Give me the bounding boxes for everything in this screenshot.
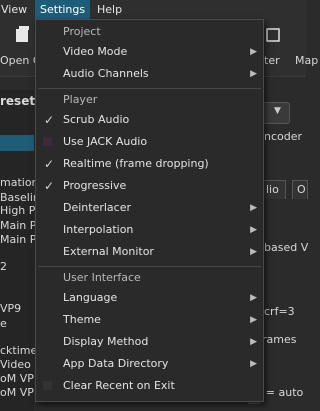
menu-item-label: Scrub Audio <box>63 113 130 126</box>
submenu-arrow-icon: ▶ <box>250 293 257 303</box>
submenu-arrow-icon: ▶ <box>250 69 257 79</box>
menu-item-label: Use JACK Audio <box>63 135 148 148</box>
presets-selected-row[interactable] <box>0 135 34 151</box>
map-label[interactable]: Map <box>295 54 318 67</box>
menu-item-label: Progressive <box>63 179 127 192</box>
auto-label: ) = auto <box>258 386 304 399</box>
menu-item-progressive[interactable]: ✓ Progressive <box>36 175 263 197</box>
chevron-down-icon: ▼ <box>274 106 281 116</box>
preset-item[interactable]: High Pr <box>0 204 40 217</box>
section-project: Project <box>63 25 101 38</box>
menu-item-scrub-audio[interactable]: ✓ Scrub Audio <box>36 109 263 131</box>
preset-item[interactable]: Baselin <box>0 191 40 204</box>
submenu-arrow-icon: ▶ <box>250 337 257 347</box>
menu-item-label: Video Mode <box>63 45 128 58</box>
open-file-icon[interactable] <box>14 26 32 44</box>
filter-label[interactable]: ter <box>264 54 280 67</box>
submenu-arrow-icon: ▶ <box>250 247 257 257</box>
menu-view[interactable]: View <box>0 0 32 19</box>
unchecked-box-icon <box>43 137 52 146</box>
menu-help[interactable]: Help <box>92 0 127 19</box>
menu-item-label: Clear Recent on Exit <box>63 379 175 392</box>
settings-menu: Project Video Mode ▶ Audio Channels ▶ Pl… <box>35 19 264 402</box>
tab-other-label[interactable]: O <box>297 183 306 196</box>
menu-item-clear-recent[interactable]: Clear Recent on Exit <box>36 375 263 397</box>
menu-item-label: App Data Directory <box>63 357 169 370</box>
checkmark-icon: ✓ <box>44 157 55 171</box>
submenu-arrow-icon: ▶ <box>250 225 257 235</box>
crf-label: crf=3 <box>264 305 295 318</box>
section-player: Player <box>63 93 98 106</box>
submenu-arrow-icon: ▶ <box>250 203 257 213</box>
menu-item-label: Deinterlacer <box>63 201 132 214</box>
format-combo[interactable]: ▼ <box>262 102 290 124</box>
checkmark-icon: ✓ <box>44 113 55 127</box>
menu-item-video-mode[interactable]: Video Mode ▶ <box>36 41 263 63</box>
menu-item-label: Theme <box>63 313 101 326</box>
tab-audio-label[interactable]: lio <box>266 183 279 196</box>
section-user-interface: User Interface <box>63 271 141 284</box>
menu-item-deinterlacer[interactable]: Deinterlacer ▶ <box>36 197 263 219</box>
menu-item-label: External Monitor <box>63 245 154 258</box>
encoder-label: ncoder <box>264 130 303 143</box>
checkmark-icon: ✓ <box>44 179 55 193</box>
filter-icon[interactable] <box>264 26 282 44</box>
based-label: based V <box>264 241 309 254</box>
menu-item-external-monitor[interactable]: External Monitor ▶ <box>36 241 263 263</box>
submenu-arrow-icon: ▶ <box>250 47 257 57</box>
preset-item[interactable]: Video <box>0 358 31 371</box>
menu-item-display-method[interactable]: Display Method ▶ <box>36 331 263 353</box>
preset-item[interactable]: VP9 <box>0 302 21 315</box>
preset-item[interactable]: mation <box>0 176 39 189</box>
menu-item-language[interactable]: Language ▶ <box>36 287 263 309</box>
preset-item[interactable]: cktime <box>0 344 37 357</box>
menu-item-app-data-directory[interactable]: App Data Directory ▶ <box>36 353 263 375</box>
menu-item-realtime[interactable]: ✓ Realtime (frame dropping) <box>36 153 263 175</box>
unchecked-box-icon <box>43 381 52 390</box>
menu-item-label: Display Method <box>63 335 149 348</box>
submenu-arrow-icon: ▶ <box>250 315 257 325</box>
menu-item-label: Interpolation <box>63 223 134 236</box>
menu-separator <box>38 88 261 89</box>
menu-item-audio-channels[interactable]: Audio Channels ▶ <box>36 63 263 85</box>
menu-item-theme[interactable]: Theme ▶ <box>36 309 263 331</box>
submenu-arrow-icon: ▶ <box>250 359 257 369</box>
menu-item-label: Audio Channels <box>63 67 149 80</box>
preset-item[interactable]: oM VP <box>0 386 34 399</box>
menu-settings[interactable]: Settings <box>35 0 91 19</box>
menubar: View Settings Help <box>0 0 306 19</box>
preset-item[interactable]: oM VP <box>0 372 34 385</box>
menu-item-label: Realtime (frame dropping) <box>63 157 209 170</box>
preset-item[interactable]: Main P <box>0 219 36 232</box>
frames-label: rames <box>262 333 297 346</box>
preset-item[interactable]: e <box>0 317 7 330</box>
menu-separator <box>38 266 261 267</box>
preset-item[interactable]: 2 <box>0 260 7 273</box>
menu-item-interpolation[interactable]: Interpolation ▶ <box>36 219 263 241</box>
menu-item-use-jack-audio[interactable]: Use JACK Audio <box>36 131 263 153</box>
menu-item-label: Language <box>63 291 118 304</box>
